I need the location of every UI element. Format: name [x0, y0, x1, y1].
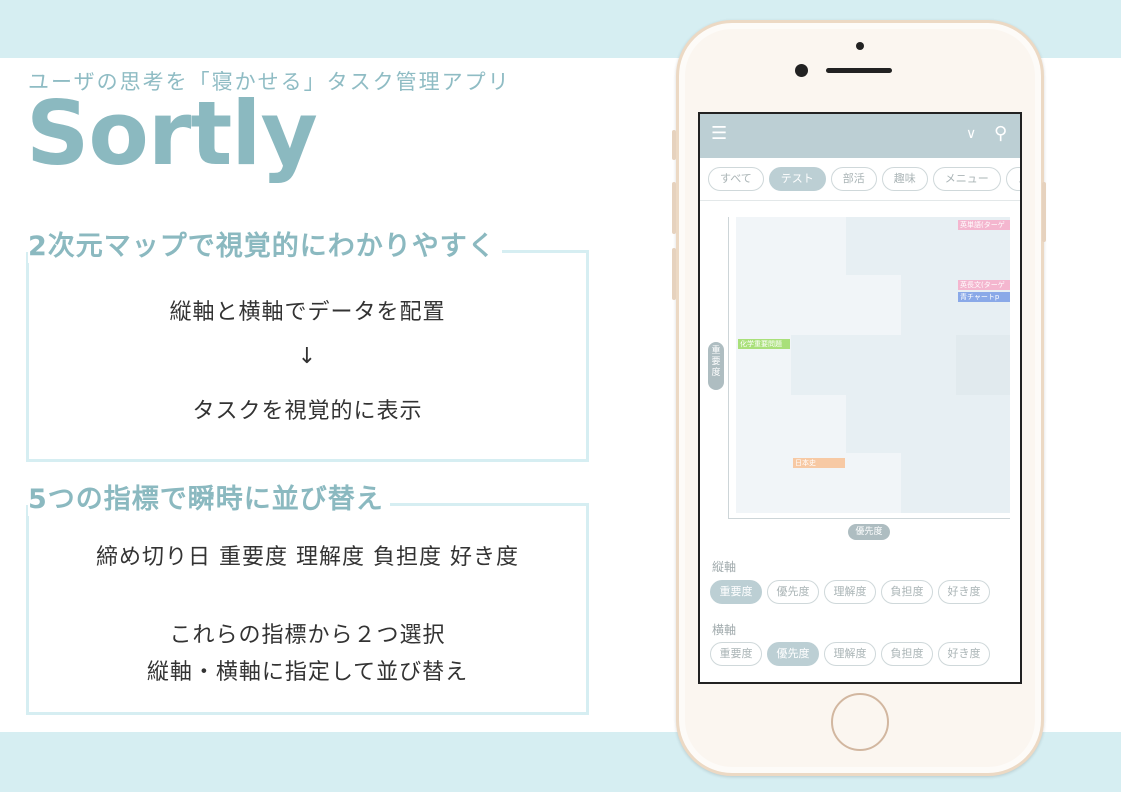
map-cell	[736, 395, 846, 453]
section-1-heading: 2次元マップで視覚的にわかりやすく	[28, 231, 502, 264]
horizontal-option-burden[interactable]: 負担度	[881, 642, 933, 666]
category-tabs: すべてテスト部活趣味メニューメ	[708, 167, 1020, 193]
section-2-heading: 5つの指標で瞬時に並び替え	[28, 484, 390, 517]
vertical-axis-label: 縦軸	[712, 560, 737, 574]
vertical-option-understanding[interactable]: 理解度	[824, 580, 876, 604]
phone-power-button	[1042, 182, 1046, 242]
horizontal-option-understanding[interactable]: 理解度	[824, 642, 876, 666]
tab-club[interactable]: 部活	[830, 167, 877, 191]
phone-camera	[856, 42, 864, 50]
phone-volume-down	[672, 248, 676, 300]
section-1-rule	[502, 250, 589, 253]
tab-test[interactable]: テスト	[768, 167, 826, 191]
x-axis-line	[728, 518, 1010, 519]
tab-menu[interactable]: メニュー	[932, 167, 1001, 191]
vertical-option-burden[interactable]: 負担度	[881, 580, 933, 604]
task-card[interactable]: 化学重要問題	[738, 339, 790, 349]
tab-hobby[interactable]: 趣味	[881, 167, 928, 191]
tab-all[interactable]: すべて	[708, 167, 764, 191]
tab-divider	[700, 200, 1020, 201]
task-card[interactable]: 日本史	[793, 458, 845, 468]
section-2-line-3: 縦軸・横軸に指定して並び替え	[146, 660, 469, 685]
tab-more[interactable]: メ	[1005, 167, 1020, 191]
phone-speaker	[826, 68, 892, 73]
y-axis-label: 重要度	[708, 342, 724, 390]
double-chevron-down-icon[interactable]: ∨​	[966, 127, 976, 141]
vertical-option-importance[interactable]: 重要度	[710, 580, 762, 604]
map-cell	[901, 453, 1010, 513]
task-card[interactable]: 英長文(ターゲ	[958, 280, 1010, 290]
phone-screen: ☰ ∨​ ⚲ すべてテスト部活趣味メニューメ 英単語(ターゲ 英長文(ターゲ 青…	[698, 112, 1022, 684]
task-card[interactable]: 英単語(ターゲ	[958, 220, 1010, 230]
map-cell	[736, 217, 846, 275]
vertical-axis-options: 重要度 優先度 理解度 負担度 好き度	[710, 580, 995, 604]
task-map[interactable]: 英単語(ターゲ 英長文(ターゲ 青チャートp 化学重要問題 日本史	[736, 217, 1010, 513]
section-1-line-2: タスクを視覚的に表示	[192, 399, 423, 424]
phone-front-lens	[795, 64, 808, 77]
map-cell	[791, 335, 956, 395]
horizontal-option-importance[interactable]: 重要度	[710, 642, 762, 666]
horizontal-axis-label: 横軸	[712, 623, 737, 637]
vertical-option-liking[interactable]: 好き度	[938, 580, 990, 604]
x-axis-label: 優先度	[848, 524, 890, 540]
map-cell	[846, 395, 1010, 453]
phone-mute-switch	[672, 130, 676, 160]
section-2-rule	[390, 503, 589, 506]
horizontal-option-liking[interactable]: 好き度	[938, 642, 990, 666]
task-card[interactable]: 青チャートp	[958, 292, 1010, 302]
search-icon[interactable]: ⚲	[994, 125, 1007, 143]
vertical-option-priority[interactable]: 優先度	[767, 580, 819, 604]
app-title: Sortly	[26, 82, 318, 185]
section-2-line-2: これらの指標から２つ選択	[169, 623, 446, 648]
home-button	[831, 693, 889, 751]
section-1-arrow: ↓	[297, 344, 318, 369]
section-2-line-1: 締め切り日 重要度 理解度 負担度 好き度	[96, 545, 519, 570]
map-cell	[736, 275, 901, 335]
menu-icon[interactable]: ☰	[711, 125, 727, 143]
section-1-line-1: 縦軸と横軸でデータを配置	[169, 300, 446, 325]
y-axis-line	[728, 217, 729, 519]
map-cell	[956, 335, 1010, 395]
app-bar: ☰ ∨​ ⚲	[700, 114, 1020, 158]
phone-volume-up	[672, 182, 676, 234]
horizontal-option-priority[interactable]: 優先度	[767, 642, 819, 666]
horizontal-axis-options: 重要度 優先度 理解度 負担度 好き度	[710, 642, 995, 666]
